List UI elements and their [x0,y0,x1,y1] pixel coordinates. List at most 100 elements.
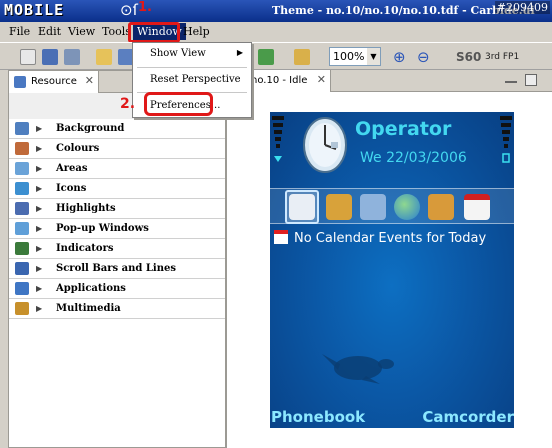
expand-arrow-icon[interactable]: ▶ [36,203,42,213]
zoom-value: 100% [333,50,365,63]
app-logo: MOBILE [4,1,65,19]
chevron-down-icon[interactable]: ▼ [367,48,380,65]
indicators-icon [15,242,29,255]
areas-icon [15,162,29,175]
window-menu-highlight [128,22,180,43]
step-1-annotation: 1. [138,0,152,15]
resource-item-scroll-bars[interactable]: ▶ Scroll Bars and Lines [9,259,225,279]
new-icon[interactable] [20,49,36,65]
logo-mark-icon: ⊙ſ [120,1,138,19]
close-icon[interactable]: ✕ [85,74,94,87]
right-softkey[interactable]: Camcorder [422,408,514,426]
resource-item-colours[interactable]: ▶ Colours [9,139,225,159]
expand-arrow-icon[interactable]: ▶ [36,283,42,293]
resource-list: ▶ Background ▶ Colours ▶ Areas ▶ Icons ▶ [9,119,225,319]
expand-arrow-icon[interactable]: ▶ [36,143,42,153]
gallery-icon[interactable] [428,194,454,220]
menu-file[interactable]: File [9,25,30,38]
resource-item-background[interactable]: ▶ Background [9,119,225,139]
menu-separator [137,67,247,68]
resource-item-label: Pop-up Windows [56,223,149,234]
colours-icon [15,142,29,155]
resource-item-label: Icons [56,183,87,194]
save-icon[interactable] [42,49,58,65]
minimize-icon[interactable] [505,74,517,83]
editor-tabs: no.10 - Idle ✕ [227,70,552,92]
highlights-icon [15,202,29,215]
app-shortcut-bar [270,188,514,224]
contacts-icon[interactable] [326,194,352,220]
menu-item-show-view[interactable]: Show View ▶ [133,45,251,63]
zoom-in-icon[interactable]: ⊕ [393,49,409,65]
toolbar: 100% ▼ ⊕ ⊖ S60 3rd FP1 [0,42,552,70]
resource-item-label: Scroll Bars and Lines [56,263,176,274]
resource-panel: Resource ✕ ▶ Background ▶ Colours ▶ Area… [8,70,226,448]
applications-icon [15,282,29,295]
analog-clock-icon [303,117,347,173]
watermark: #209409 [494,1,550,14]
background-icon [15,122,29,135]
icons-icon [15,182,29,195]
tab-idle-label: no.10 - Idle [251,75,308,86]
menu-item-reset-perspective[interactable]: Reset Perspective [133,71,251,89]
battery-icon [500,116,512,163]
signal-strength-icon [272,116,284,162]
resource-item-multimedia[interactable]: ▶ Multimedia [9,299,225,319]
open-folder-icon[interactable] [96,49,112,65]
turtle-illustration [322,354,394,384]
expand-arrow-icon[interactable]: ▶ [36,223,42,233]
pencil-icon[interactable] [294,49,310,65]
calendar-small-icon [274,230,288,244]
multimedia-icon [15,302,29,315]
app-window: MOBILE ⊙ſ 1. Theme - no.10/no.10/no.10.t… [0,0,552,448]
write-message-icon[interactable] [289,194,315,220]
date-display: We 22/03/2006 [360,150,467,166]
expand-arrow-icon[interactable]: ▶ [36,303,42,313]
resource-item-label: Areas [56,163,88,174]
resource-item-indicators[interactable]: ▶ Indicators [9,239,225,259]
import-icon[interactable] [258,49,274,65]
calendar-icon[interactable] [464,194,490,220]
tab-resource[interactable]: Resource ✕ [9,71,99,93]
menu-help[interactable]: Help [183,25,210,38]
calendar-status: No Calendar Events for Today [274,230,486,246]
menu-item-label: Reset Perspective [150,74,241,85]
menu-tools[interactable]: Tools [102,25,131,38]
popup-icon [15,222,29,235]
zoom-out-icon[interactable]: ⊖ [417,49,433,65]
messaging-icon[interactable] [360,194,386,220]
resource-item-popup-windows[interactable]: ▶ Pop-up Windows [9,219,225,239]
zoom-select[interactable]: 100% ▼ [329,47,381,66]
resource-item-label: Colours [56,143,100,154]
resource-item-areas[interactable]: ▶ Areas [9,159,225,179]
web-globe-icon[interactable] [394,194,420,220]
expand-arrow-icon[interactable]: ▶ [36,183,42,193]
platform-label: S60 [456,50,482,64]
preferences-highlight [144,92,213,116]
step-2-annotation: 2. [120,96,136,112]
expand-arrow-icon[interactable]: ▶ [36,263,42,273]
resolution-label: 3rd FP1 [485,52,520,62]
menu-item-label: Show View [150,48,206,59]
menu-edit[interactable]: Edit [38,25,61,38]
resource-item-label: Indicators [56,243,114,254]
phone-preview: Operator We 22/03/2006 No Calendar Event… [270,112,514,428]
submenu-arrow-icon: ▶ [236,48,243,57]
title-bar: MOBILE ⊙ſ 1. Theme - no.10/no.10/no.10.t… [0,0,552,22]
expand-arrow-icon[interactable]: ▶ [36,123,42,133]
maximize-icon[interactable] [525,74,537,86]
tab-resource-label: Resource [31,76,77,87]
expand-arrow-icon[interactable]: ▶ [36,243,42,253]
print-icon[interactable] [64,49,80,65]
resource-item-icons[interactable]: ▶ Icons [9,179,225,199]
resource-item-label: Multimedia [56,303,121,314]
scrollbars-icon [15,262,29,275]
resource-item-highlights[interactable]: ▶ Highlights [9,199,225,219]
close-icon[interactable]: ✕ [317,73,326,86]
expand-arrow-icon[interactable]: ▶ [36,163,42,173]
resource-item-label: Background [56,123,125,134]
resource-item-applications[interactable]: ▶ Applications [9,279,225,299]
menu-bar: File Edit View Tools Window Help [0,22,552,42]
left-softkey[interactable]: Phonebook [271,408,365,426]
menu-view[interactable]: View [68,25,95,38]
